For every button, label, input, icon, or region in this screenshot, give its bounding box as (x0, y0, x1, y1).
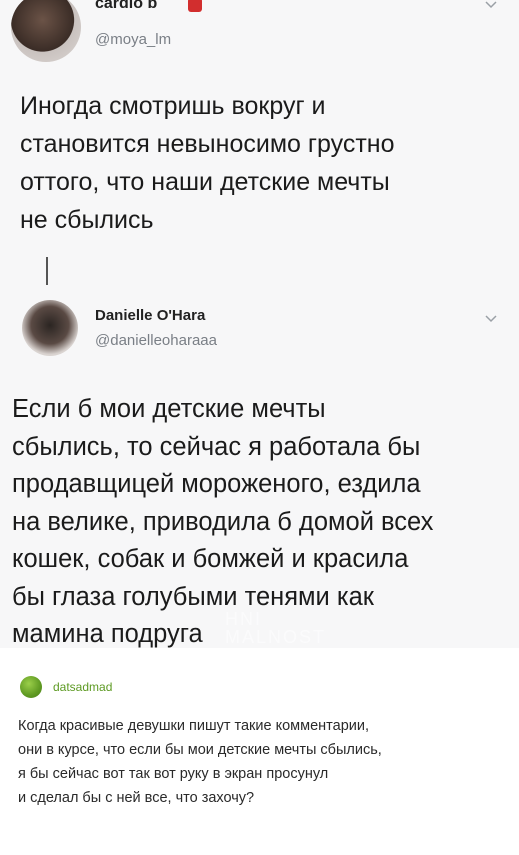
chevron-down-icon[interactable] (484, 0, 498, 12)
tweet-text: Иногда смотришь вокруг и становится невы… (20, 92, 395, 234)
tweet-author-name[interactable]: cardio b (95, 0, 157, 13)
tweet-author-name[interactable]: Danielle O'Hara (95, 307, 205, 324)
tweet-author-handle[interactable]: @danielleoharaaa (95, 332, 217, 349)
chevron-down-icon[interactable] (484, 312, 498, 326)
tweet-author-handle[interactable]: @moya_lm (95, 31, 171, 48)
post-comment: Когда красивые девушки пишут такие комме… (18, 718, 382, 806)
avatar[interactable] (20, 676, 42, 698)
tumblr-username[interactable]: datsadmad (53, 680, 112, 694)
tumblr-post: datsadmad Когда красивые девушки пишут т… (0, 648, 519, 855)
avatar[interactable] (22, 300, 78, 356)
thread-connector (46, 257, 48, 285)
avatar[interactable] (11, 0, 81, 62)
watermark: HNI MALNOST (225, 609, 327, 647)
tweet-thread: cardio b @moya_lm Иногда смотришь вокруг… (0, 0, 519, 648)
verified-red-icon (188, 0, 202, 12)
